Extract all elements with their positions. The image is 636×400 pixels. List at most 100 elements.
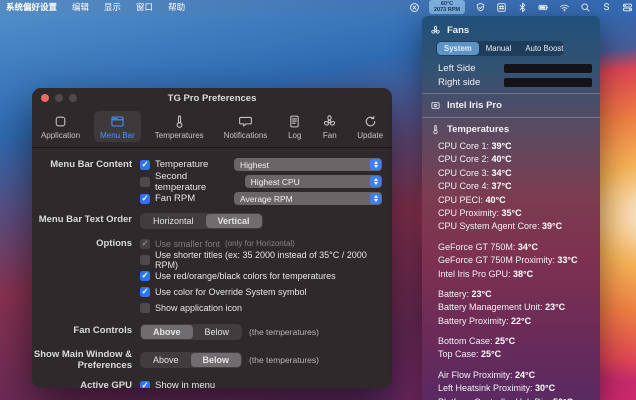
- battery-icon[interactable]: [537, 1, 549, 13]
- close-button[interactable]: [41, 94, 49, 102]
- temp-colors-label: Use red/orange/black colors for temperat…: [155, 271, 336, 281]
- show-main-window-row: Show Main Window & Preferences Above Bel…: [32, 348, 382, 371]
- options-row: Options Use smaller font (only for Horiz…: [32, 237, 382, 314]
- temperature-dropdown-value: Highest: [240, 160, 269, 170]
- fans-section-header: Fans: [422, 23, 600, 38]
- gpu-title: Intel Iris Pro: [447, 100, 502, 111]
- fan-controls-row: Fan Controls Above Below (the temperatur…: [32, 324, 382, 340]
- text-order-row: Menu Bar Text Order Horizontal Vertical: [32, 213, 382, 229]
- temperatures-section-header: Temperatures: [422, 122, 600, 137]
- menubar-menu-edit[interactable]: 编辑: [72, 1, 89, 13]
- sensor-value: 30°C: [535, 383, 555, 393]
- user-switch-icon[interactable]: [600, 1, 612, 13]
- traffic-lights: [41, 94, 77, 102]
- options-label: Options: [32, 237, 132, 314]
- fan-mode-auto-boost[interactable]: Auto Boost: [518, 42, 570, 55]
- option-smaller-font: Use smaller font (only for Horizontal): [140, 237, 382, 250]
- tab-menu-bar[interactable]: Menu Bar: [94, 111, 141, 142]
- text-order-horizontal[interactable]: Horizontal: [141, 214, 206, 228]
- sensor-value: 34°C: [492, 168, 512, 178]
- fan-mode-manual[interactable]: Manual: [479, 42, 519, 55]
- tab-label: Menu Bar: [100, 131, 135, 140]
- text-order-vertical[interactable]: Vertical: [206, 214, 262, 228]
- zoom-button[interactable]: [69, 94, 77, 102]
- tab-update[interactable]: Update: [351, 111, 389, 142]
- circle-x-icon[interactable]: [408, 1, 420, 13]
- fan-controls-above[interactable]: Above: [141, 325, 193, 339]
- tab-fan[interactable]: Fan: [316, 111, 343, 142]
- gpu-section-header[interactable]: Intel Iris Pro: [422, 98, 600, 113]
- keyboard-grid-icon[interactable]: [495, 1, 507, 13]
- tgpro-menu-panel: Fans System Manual Auto Boost Left Side …: [422, 16, 600, 400]
- menubar-menu-window[interactable]: 窗口: [136, 1, 153, 13]
- temperature-row: CPU Proximity: 35°C: [438, 207, 592, 220]
- control-center-icon[interactable]: [621, 1, 633, 13]
- option-shorter-titles: Use shorter titles (ex: 35 2000 instead …: [140, 253, 382, 266]
- temperature-row: CPU Core 4: 37°C: [438, 180, 592, 193]
- menubar-icon: [110, 114, 125, 129]
- override-color-checkbox[interactable]: [140, 287, 150, 297]
- sensor-label: Battery Management Unit:: [438, 302, 545, 312]
- fan-rpm-checkbox[interactable]: [140, 194, 150, 204]
- option-override-color: Use color for Override System symbol: [140, 285, 382, 298]
- menubar-menu-app[interactable]: 系统偏好设置: [6, 1, 57, 13]
- left-fan-row: Left Side: [422, 61, 600, 75]
- sensor-label: GeForce GT 750M:: [438, 242, 518, 252]
- menubar-menu-view[interactable]: 显示: [104, 1, 121, 13]
- sensor-value: 35°C: [502, 208, 522, 218]
- second-temperature-dropdown[interactable]: Highest CPU: [245, 175, 382, 188]
- fan-controls-below[interactable]: Below: [193, 325, 242, 339]
- sensor-label: CPU Core 4:: [438, 181, 492, 191]
- show-main-window-above[interactable]: Above: [141, 353, 191, 367]
- menubar-menu-help[interactable]: 帮助: [168, 1, 185, 13]
- stepper-icon: [370, 159, 381, 170]
- tab-temperatures[interactable]: Temperatures: [149, 111, 210, 142]
- fan-mode-segmented: System Manual Auto Boost: [436, 41, 564, 56]
- app-icon-checkbox[interactable]: [140, 303, 150, 313]
- temp-colors-checkbox[interactable]: [140, 271, 150, 281]
- menu-bar-settings-pane: Menu Bar Content Temperature Highest Sec…: [32, 148, 392, 388]
- sensor-label: CPU PECI:: [438, 195, 486, 205]
- show-main-window-segmented: Above Below: [140, 352, 242, 368]
- show-main-window-below[interactable]: Below: [191, 353, 242, 367]
- window-title: TG Pro Preferences: [32, 93, 392, 104]
- shorter-titles-label: Use shorter titles (ex: 35 2000 instead …: [155, 250, 382, 270]
- wifi-icon[interactable]: [558, 1, 570, 13]
- left-fan-slider[interactable]: [504, 64, 592, 73]
- stepper-icon: [370, 176, 381, 187]
- bluetooth-icon[interactable]: [516, 1, 528, 13]
- sensor-label: CPU System Agent Core:: [438, 221, 542, 231]
- shield-check-icon[interactable]: [474, 1, 486, 13]
- temperature-dropdown[interactable]: Highest: [234, 158, 382, 171]
- tgpro-rpm-readout: 2073 RPM: [434, 7, 460, 13]
- tab-application[interactable]: Application: [35, 111, 86, 142]
- tab-label: Temperatures: [155, 131, 204, 140]
- tab-label: Application: [41, 131, 80, 140]
- sensor-value: 39°C: [492, 141, 512, 151]
- search-icon[interactable]: [579, 1, 591, 13]
- minimize-button[interactable]: [55, 94, 63, 102]
- shorter-titles-checkbox[interactable]: [140, 255, 150, 265]
- sensor-value: 34°C: [518, 242, 538, 252]
- temperature-checkbox[interactable]: [140, 160, 150, 170]
- right-fan-label: Right side: [438, 77, 504, 88]
- fan-mode-system[interactable]: System: [437, 42, 479, 55]
- fan-rpm-dropdown[interactable]: Average RPM: [234, 192, 382, 205]
- thermometer-icon: [430, 124, 441, 135]
- right-fan-slider[interactable]: [504, 78, 592, 87]
- window-titlebar[interactable]: TG Pro Preferences: [32, 88, 392, 108]
- temperature-row: CPU Core 3: 34°C: [438, 167, 592, 180]
- menubar-status-area: 60°C 2073 RPM: [408, 0, 633, 14]
- tgpro-menubar-item[interactable]: 60°C 2073 RPM: [429, 0, 465, 14]
- tab-log[interactable]: Log: [281, 111, 308, 142]
- sensor-label: Intel Iris Pro GPU:: [438, 269, 513, 279]
- second-temperature-checkbox[interactable]: [140, 177, 150, 187]
- smaller-font-checkbox[interactable]: [140, 239, 150, 249]
- show-in-menu-checkbox[interactable]: [140, 381, 150, 388]
- menu-bar-content-row: Menu Bar Content Temperature Highest Sec…: [32, 158, 382, 205]
- temperature-row: CPU PECI: 40°C: [438, 194, 592, 207]
- tab-label: Update: [357, 131, 383, 140]
- fan-rpm-dropdown-value: Average RPM: [240, 194, 293, 204]
- tab-notifications[interactable]: Notifications: [218, 111, 274, 142]
- sensor-value: 50°C: [553, 397, 573, 400]
